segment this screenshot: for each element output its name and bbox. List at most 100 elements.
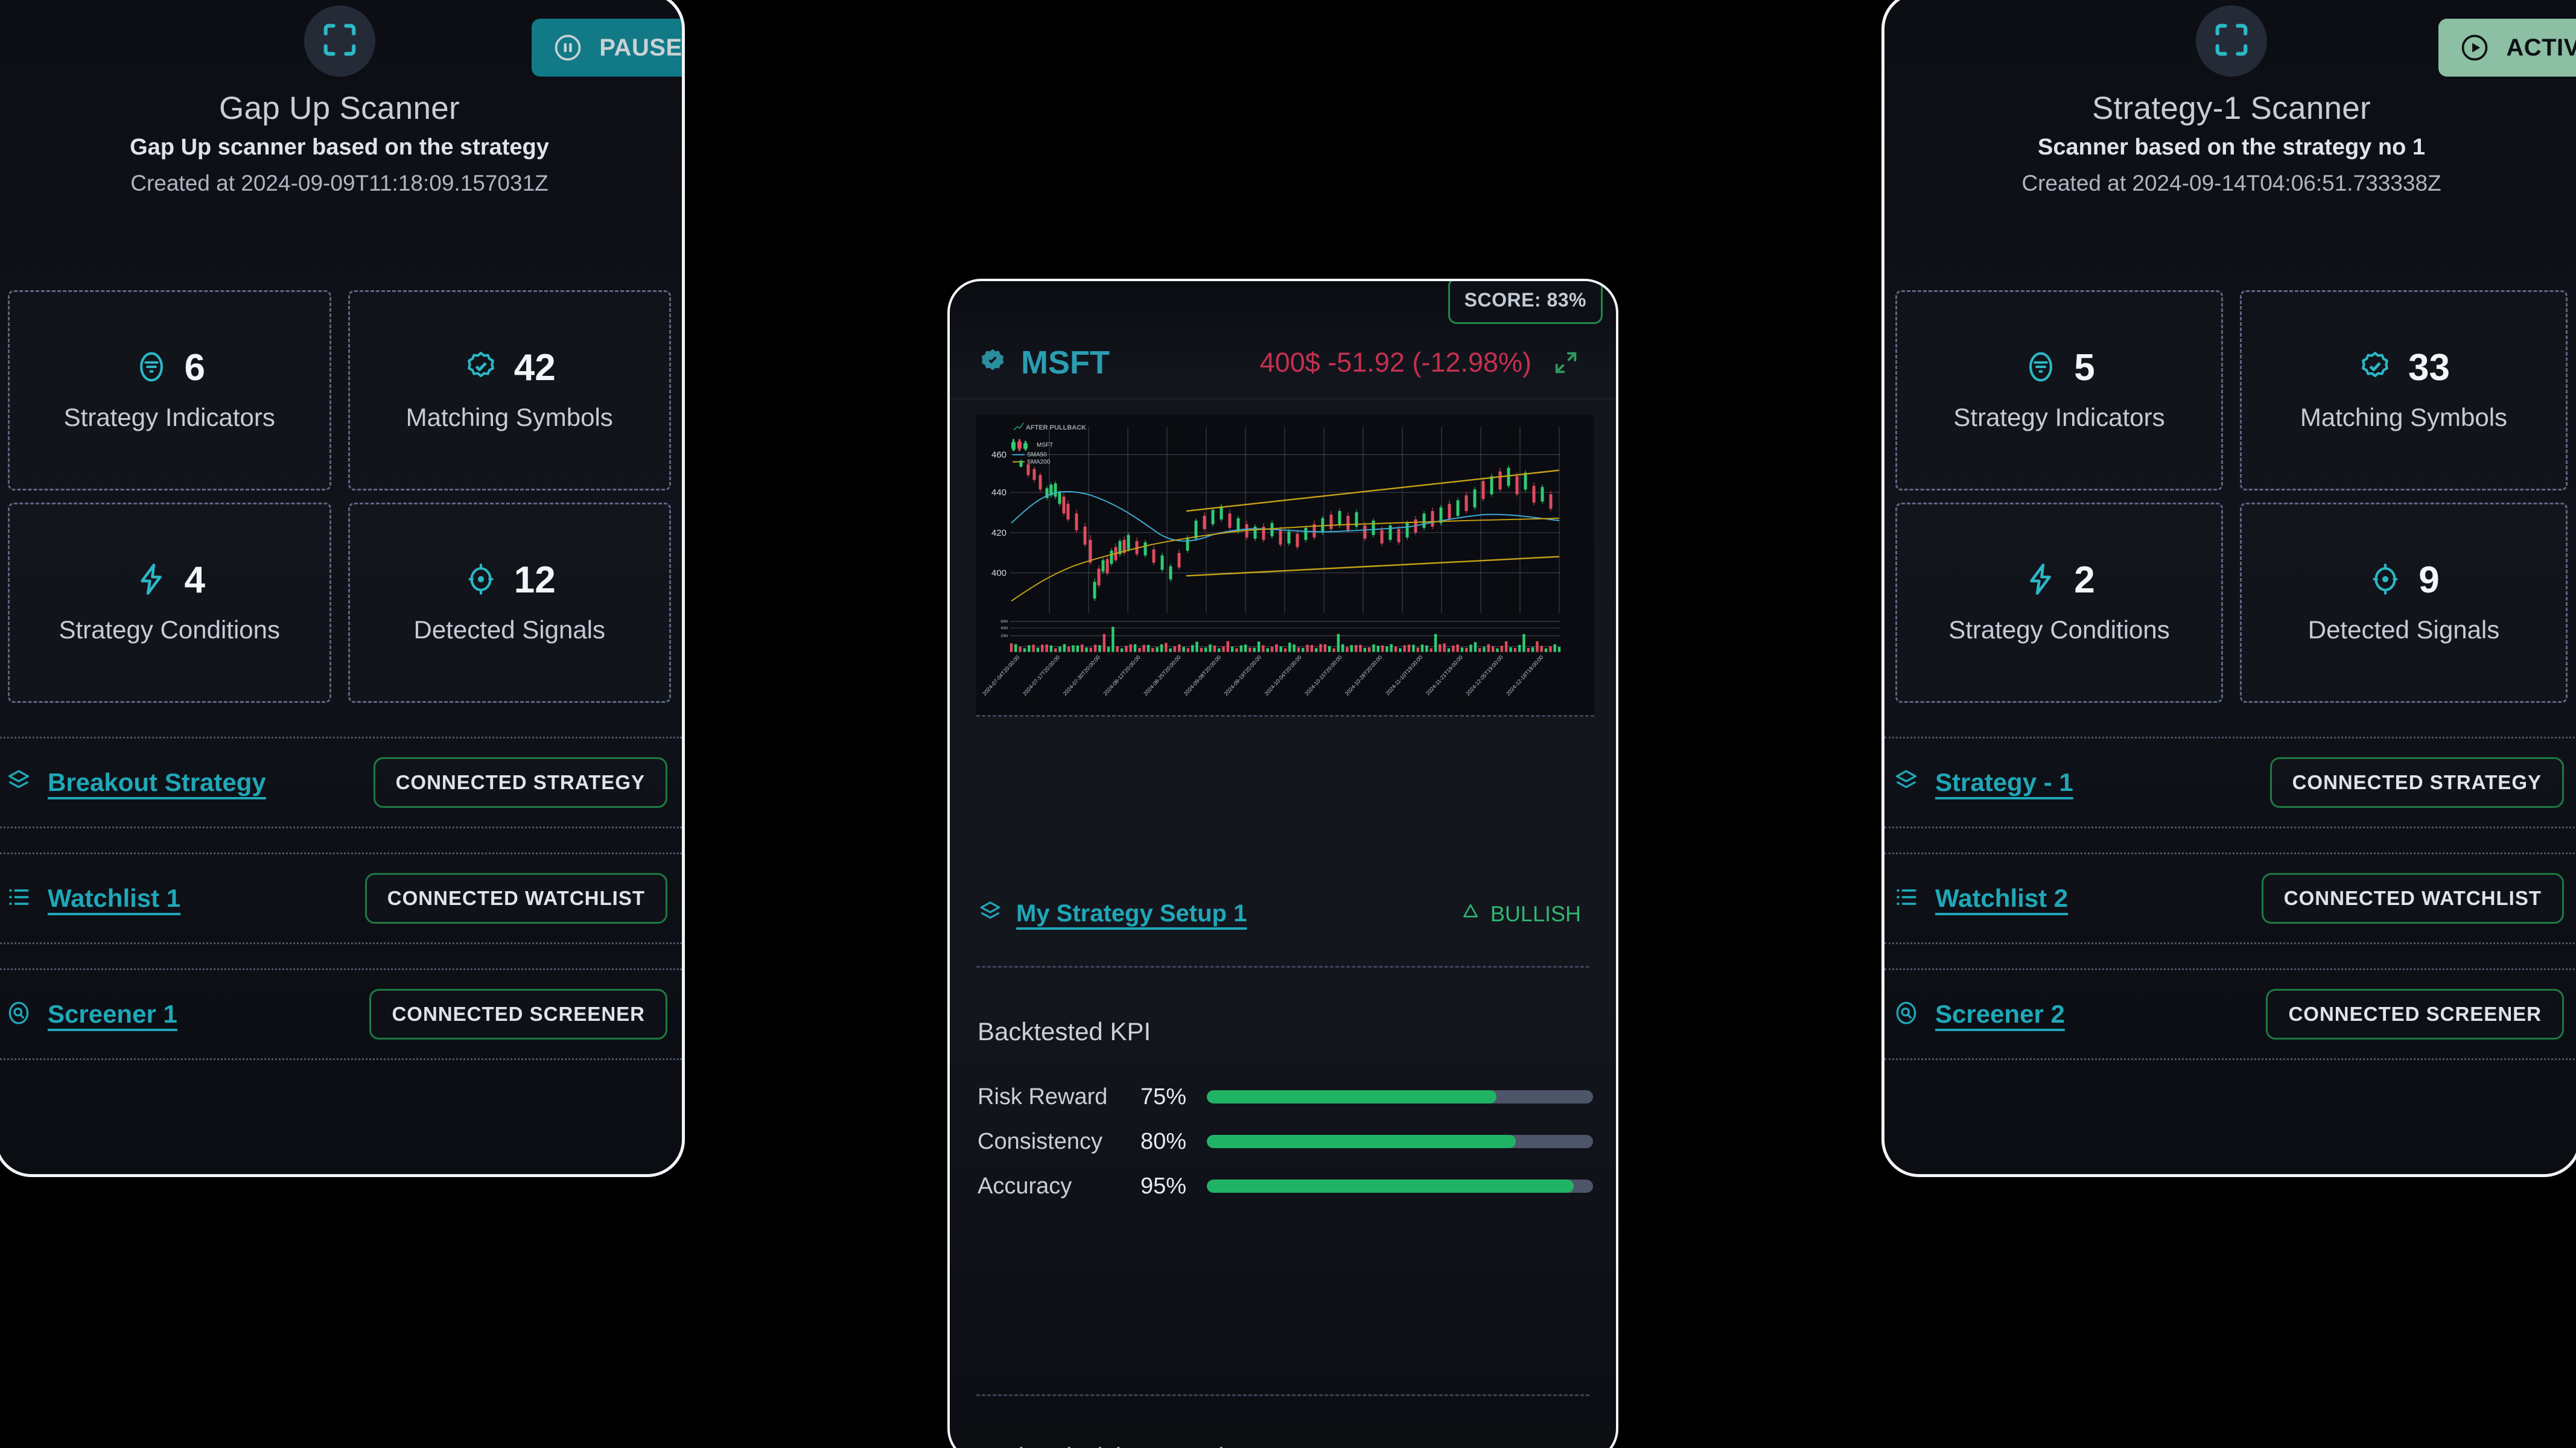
target-dot-icon	[2368, 562, 2403, 600]
stat-label: Strategy Indicators	[63, 402, 275, 431]
svg-text:60M: 60M	[1000, 620, 1008, 624]
pause-circle-icon	[552, 32, 584, 63]
connection-pill[interactable]: CONNECTED SCREENER	[369, 989, 667, 1040]
stat-value: 9	[2419, 559, 2440, 601]
connection-link[interactable]: Breakout Strategy	[48, 768, 266, 797]
stat-card-strategy-indicators[interactable]: 5 Strategy Indicators	[1895, 290, 2223, 491]
svg-text:2024-07-17T20:00:00: 2024-07-17T20:00:00	[1022, 654, 1061, 697]
score-badge: SCORE: 83%	[1448, 281, 1603, 324]
strategy-setup-link[interactable]: My Strategy Setup 1	[1016, 900, 1247, 927]
svg-text:2024-08-12T20:00:00: 2024-08-12T20:00:00	[1102, 654, 1141, 697]
list-icon	[1893, 884, 1919, 913]
connection-link[interactable]: Strategy - 1	[1935, 768, 2073, 797]
stat-card-detected-signals[interactable]: 12 Detected Signals	[348, 503, 671, 703]
kpi-section-title: Backtested KPI	[978, 1017, 1151, 1046]
kpi-row-accuracy: Accuracy 95%	[978, 1164, 1593, 1208]
layers-icon	[978, 900, 1003, 928]
connection-link[interactable]: Screener 1	[48, 1000, 177, 1029]
stat-value: 33	[2408, 347, 2450, 389]
svg-text:2024-12-18T19:00:00: 2024-12-18T19:00:00	[1505, 654, 1544, 697]
stat-label: Matching Symbols	[405, 402, 613, 431]
connection-link[interactable]: Watchlist 2	[1935, 884, 2068, 913]
connection-pill[interactable]: CONNECTED SCREENER	[2266, 989, 2564, 1040]
connection-pill[interactable]: CONNECTED WATCHLIST	[364, 873, 667, 924]
layers-icon	[5, 768, 32, 798]
kpi-progress-fill	[1207, 1135, 1516, 1148]
svg-text:2024-11-21T19:00:00: 2024-11-21T19:00:00	[1425, 654, 1464, 696]
svg-text:SMA50: SMA50	[1027, 452, 1047, 459]
kpi-row-risk-reward: Risk Reward 75%	[978, 1075, 1593, 1119]
svg-text:40M: 40M	[1000, 627, 1008, 630]
svg-text:2024-07-04T20:00:00: 2024-07-04T20:00:00	[981, 654, 1020, 697]
connection-row-screener[interactable]: Screener 2 CONNECTED SCREENER	[1884, 968, 2576, 1060]
kpi-progress-fill	[1207, 1180, 1574, 1193]
strategy-setup-row: My Strategy Setup 1 BULLISH	[978, 900, 1581, 928]
verified-badge-icon	[978, 346, 1008, 379]
verified-badge-icon	[2358, 349, 2393, 387]
connections-list: Breakout Strategy CONNECTED STRATEGY Wat…	[0, 737, 682, 1060]
connection-row-screener[interactable]: Screener 1 CONNECTED SCREENER	[0, 968, 682, 1060]
stat-card-matching-symbols[interactable]: 33 Matching Symbols	[2240, 290, 2568, 491]
stat-card-matching-symbols[interactable]: 42 Matching Symbols	[348, 290, 671, 491]
status-badge-paused[interactable]: PAUSED	[532, 19, 682, 77]
signal-card: SCORE: 83% MSFT 400$ -51.92 (-12.98%) 46…	[947, 279, 1618, 1448]
play-circle-icon	[2459, 32, 2490, 63]
filter-indicator-icon	[2023, 349, 2058, 387]
panel-created-at: Created at 2024-09-09T11:18:09.157031Z	[130, 171, 549, 195]
status-badge-active[interactable]: ACTIVE	[2438, 19, 2576, 77]
scanner-panel-left: PAUSED Gap Up Scanner Gap Up scanner bas…	[0, 0, 685, 1177]
expand-arrows-icon[interactable]	[1552, 349, 1580, 376]
bias-indicator: BULLISH	[1460, 901, 1581, 927]
connection-pill[interactable]: CONNECTED WATCHLIST	[2261, 873, 2564, 924]
symbol-name: MSFT	[1021, 345, 1110, 381]
kpi-name: Risk Reward	[978, 1084, 1108, 1110]
price-chart[interactable]: 460 440 420 400 AFTER PULLBACK MSFT SMA50 …	[976, 415, 1594, 717]
price-change: 400$ -51.92 (-12.98%)	[1259, 347, 1531, 378]
svg-text:2024-09-19T20:00:00: 2024-09-19T20:00:00	[1223, 654, 1262, 697]
connection-pill[interactable]: CONNECTED STRATEGY	[373, 757, 667, 808]
svg-text:MSFT: MSFT	[1037, 442, 1053, 449]
verified-badge-icon	[463, 349, 498, 387]
stat-card-detected-signals[interactable]: 9 Detected Signals	[2240, 503, 2568, 703]
stats-grid: 5 Strategy Indicators 33 Matching Symbol…	[1895, 290, 2568, 703]
stat-value: 5	[2074, 347, 2095, 389]
bias-label: BULLISH	[1490, 901, 1581, 926]
svg-text:460: 460	[991, 450, 1007, 460]
svg-text:20M: 20M	[1000, 635, 1008, 638]
svg-text:2024-10-28T20:00:00: 2024-10-28T20:00:00	[1344, 654, 1383, 697]
scan-frame-icon	[2213, 21, 2250, 62]
stat-value: 4	[184, 559, 205, 601]
stat-card-strategy-indicators[interactable]: 6 Strategy Indicators	[8, 290, 331, 491]
divider-kpi	[976, 1394, 1589, 1396]
stats-grid: 6 Strategy Indicators 42 Matching Symbol…	[8, 290, 671, 703]
svg-text:2024-09-08T20:00:00: 2024-09-08T20:00:00	[1183, 654, 1222, 697]
svg-text:2024-08-25T20:00:00: 2024-08-25T20:00:00	[1142, 654, 1181, 697]
layers-icon	[1893, 768, 1919, 798]
target-dot-icon	[463, 562, 498, 600]
stat-label: Strategy Conditions	[59, 615, 281, 644]
scanner-avatar-left	[304, 5, 375, 77]
risk-reward-title: Optional Risk-Reward	[978, 1443, 1224, 1448]
svg-text:2024-10-04T20:00:00: 2024-10-04T20:00:00	[1264, 654, 1303, 697]
search-circle-icon	[1893, 1000, 1919, 1029]
connection-link[interactable]: Screener 2	[1935, 1000, 2065, 1029]
signal-card-header: MSFT 400$ -51.92 (-12.98%)	[950, 327, 1616, 399]
stat-label: Detected Signals	[2307, 615, 2500, 644]
panel-subtitle: Scanner based on the strategy no 1	[2038, 135, 2425, 160]
svg-text:440: 440	[991, 487, 1007, 498]
stat-value: 42	[514, 347, 556, 389]
connection-pill[interactable]: CONNECTED STRATEGY	[2269, 757, 2564, 808]
scanner-avatar-right	[2196, 5, 2267, 77]
kpi-progress-track	[1207, 1090, 1593, 1103]
connections-list: Strategy - 1 CONNECTED STRATEGY Watchlis…	[1884, 737, 2576, 1060]
connection-row-strategy[interactable]: Strategy - 1 CONNECTED STRATEGY	[1884, 737, 2576, 828]
kpi-progress-track	[1207, 1180, 1593, 1193]
svg-text:420: 420	[991, 528, 1007, 538]
connection-link[interactable]: Watchlist 1	[48, 884, 180, 913]
connection-row-strategy[interactable]: Breakout Strategy CONNECTED STRATEGY	[0, 737, 682, 828]
stat-card-strategy-conditions[interactable]: 2 Strategy Conditions	[1895, 503, 2223, 703]
connection-row-watchlist[interactable]: Watchlist 2 CONNECTED WATCHLIST	[1884, 853, 2576, 944]
stat-card-strategy-conditions[interactable]: 4 Strategy Conditions	[8, 503, 331, 703]
connection-row-watchlist[interactable]: Watchlist 1 CONNECTED WATCHLIST	[0, 853, 682, 944]
lightning-bolt-icon	[2023, 562, 2058, 600]
